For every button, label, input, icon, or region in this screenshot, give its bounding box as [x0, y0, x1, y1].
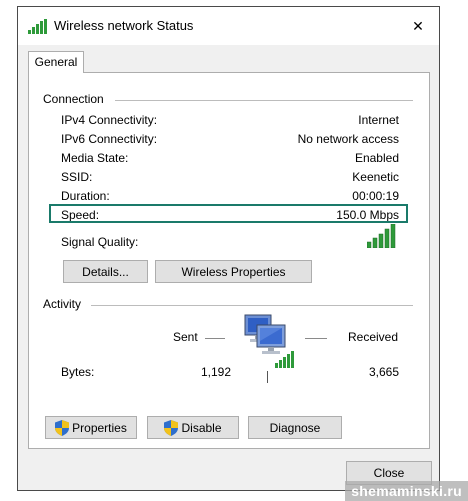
bytes-sent-value: 1,192	[200, 365, 231, 379]
properties-label: Properties	[72, 420, 127, 435]
signal-strength-icon	[367, 224, 396, 248]
received-label: Received	[348, 330, 399, 344]
ipv6-label: IPv6 Connectivity:	[61, 132, 158, 146]
window-title: Wireless network Status	[54, 18, 194, 33]
bytes-label: Bytes:	[61, 365, 95, 379]
duration-label: Duration:	[61, 189, 110, 203]
ssid-label: SSID:	[61, 170, 93, 184]
wireless-properties-button[interactable]: Wireless Properties	[155, 260, 312, 283]
media-state-value: Enabled	[354, 151, 399, 165]
uac-shield-icon	[55, 419, 70, 436]
disable-label: Disable	[181, 420, 222, 435]
title-bar: Wireless network Status ✕	[18, 7, 439, 45]
sent-label: Sent	[173, 330, 198, 344]
media-state-label: Media State:	[61, 151, 129, 165]
ipv4-value: Internet	[358, 113, 399, 127]
status-window: Wireless network Status ✕ General Connec…	[17, 6, 440, 491]
speed-highlight	[49, 204, 408, 223]
ipv4-label: IPv4 Connectivity:	[61, 113, 158, 127]
details-button[interactable]: Details...	[63, 260, 148, 283]
properties-button[interactable]: Properties	[45, 416, 137, 439]
activity-divider	[91, 305, 413, 306]
uac-shield-icon	[164, 419, 179, 436]
bytes-received-value: 3,665	[368, 365, 399, 379]
network-computers-icon	[244, 314, 294, 368]
activity-separator	[267, 371, 268, 383]
duration-value: 00:00:19	[352, 189, 399, 203]
tab-general[interactable]: General	[28, 51, 84, 73]
ipv6-value: No network access	[297, 132, 399, 146]
watermark: shemaminski.ru	[345, 481, 468, 501]
diagnose-button[interactable]: Diagnose	[248, 416, 342, 439]
connection-group-label: Connection	[43, 92, 104, 106]
close-icon: ✕	[412, 17, 424, 34]
general-panel: Connection IPv4 Connectivity: Internet I…	[28, 72, 430, 449]
disable-button[interactable]: Disable	[147, 416, 239, 439]
ssid-value: Keenetic	[352, 170, 399, 184]
wifi-signal-icon	[28, 19, 47, 34]
connection-divider	[115, 100, 413, 101]
close-window-button[interactable]: ✕	[397, 7, 439, 45]
signal-quality-label: Signal Quality:	[61, 235, 139, 249]
received-line	[305, 338, 327, 339]
activity-group-label: Activity	[43, 297, 82, 311]
sent-line	[205, 338, 225, 339]
